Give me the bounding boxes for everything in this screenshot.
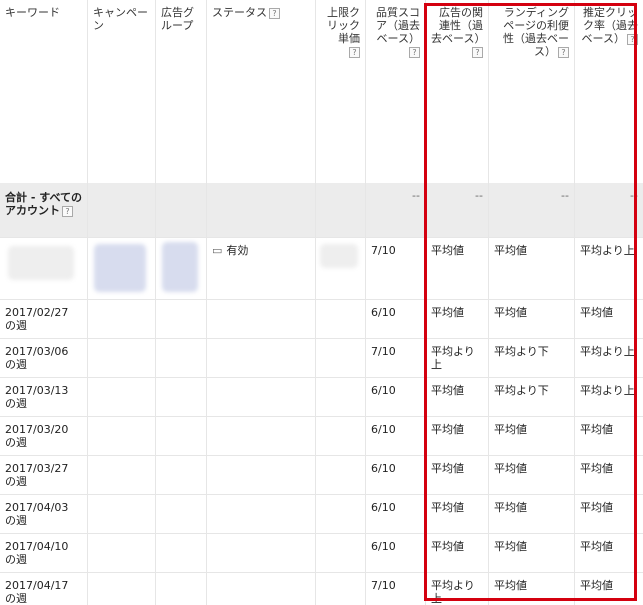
col-header-landing-page[interactable]: ランディングページの利便性（過去ベース）? bbox=[489, 0, 575, 183]
help-icon[interactable]: ? bbox=[269, 7, 280, 19]
landing-page-cell: 平均値 bbox=[489, 456, 575, 495]
table-row[interactable]: 2017/02/27 の週 6/10 平均値 平均値 平均値 bbox=[0, 299, 643, 339]
expected-ctr-cell: 平均値 bbox=[580, 540, 613, 553]
table-row[interactable]: ▭ 有効 7/10 平均値 平均値 平均より上 bbox=[0, 237, 643, 300]
table-row[interactable]: 2017/04/10 の週 6/10 平均値 平均値 平均値 bbox=[0, 533, 643, 573]
status-cell: ▭ 有効 bbox=[207, 238, 316, 300]
quality-score-cell: 7/10 bbox=[366, 573, 426, 605]
quality-score-cell: 6/10 bbox=[366, 417, 426, 456]
col-header-ad-relevance[interactable]: 広告の関連性（過去ベース）? bbox=[426, 0, 489, 183]
table-row[interactable]: 2017/03/27 の週 6/10 平均値 平均値 平均値 bbox=[0, 455, 643, 495]
quality-score-cell: 6/10 bbox=[366, 378, 426, 417]
col-header-status[interactable]: ステータス? bbox=[207, 0, 316, 183]
total-row: 合計 - すべてのアカウント? -- -- -- -- bbox=[0, 183, 643, 237]
col-header-keyword[interactable]: キーワード bbox=[0, 0, 88, 183]
week-cell: 2017/04/10 の週 bbox=[0, 534, 88, 573]
table-row[interactable]: 2017/04/03 の週 6/10 平均値 平均値 平均値 bbox=[0, 494, 643, 534]
col-header-quality-score[interactable]: 品質スコア（過去ベース）? bbox=[366, 0, 426, 183]
landing-page-cell: 平均値 bbox=[489, 300, 575, 339]
table-row[interactable]: 2017/04/17 の週 7/10 平均より上 平均値 平均値 bbox=[0, 572, 643, 605]
expected-ctr-cell: 平均値 bbox=[580, 462, 613, 475]
redacted-block bbox=[320, 244, 358, 268]
week-cell: 2017/03/13 の週 bbox=[0, 378, 88, 417]
landing-page-cell: 平均値 bbox=[489, 417, 575, 456]
landing-page-cell: 平均より下 bbox=[489, 378, 575, 417]
redacted-block bbox=[94, 244, 146, 292]
week-cell: 2017/04/17 の週 bbox=[0, 573, 88, 605]
col-header-expected-ctr[interactable]: 推定クリック率（過去ベース）? bbox=[575, 0, 643, 183]
landing-page-cell: 平均値 bbox=[489, 573, 575, 605]
week-cell: 2017/04/03 の週 bbox=[0, 495, 88, 534]
col-header-ad-group[interactable]: 広告グループ bbox=[156, 0, 207, 183]
help-icon[interactable]: ? bbox=[627, 33, 638, 45]
landing-page-cell: 平均値 bbox=[489, 238, 575, 300]
landing-page-cell: 平均値 bbox=[489, 534, 575, 573]
expected-ctr-cell: 平均値 bbox=[580, 423, 613, 436]
ad-relevance-cell: 平均値 bbox=[426, 495, 489, 534]
ad-relevance-cell: 平均値 bbox=[426, 456, 489, 495]
redacted-block bbox=[8, 246, 74, 280]
col-header-campaign[interactable]: キャンペーン bbox=[88, 0, 156, 183]
ad-relevance-cell: 平均値 bbox=[426, 238, 489, 300]
col-header-max-cpc[interactable]: 上限クリック単価? bbox=[316, 0, 366, 183]
week-cell: 2017/03/20 の週 bbox=[0, 417, 88, 456]
landing-page-cell: 平均より下 bbox=[489, 339, 575, 378]
help-icon[interactable]: ? bbox=[62, 205, 73, 217]
ad-relevance-cell: 平均より上 bbox=[426, 573, 489, 605]
keyword-cell-redacted[interactable] bbox=[0, 238, 88, 300]
table-row[interactable]: 2017/03/13 の週 6/10 平均値 平均より下 平均より上 bbox=[0, 377, 643, 417]
week-cell: 2017/03/27 の週 bbox=[0, 456, 88, 495]
expected-ctr-cell: 平均より上 bbox=[580, 384, 635, 397]
quality-score-cell: 6/10 bbox=[366, 456, 426, 495]
expected-ctr-cell: 平均値 bbox=[580, 306, 613, 319]
redacted-block bbox=[162, 242, 198, 292]
total-expected-ctr: -- bbox=[630, 189, 638, 202]
table-row[interactable]: 2017/03/06 の週 7/10 平均より上 平均より下 平均より上 bbox=[0, 338, 643, 378]
week-cell: 2017/02/27 の週 bbox=[0, 300, 88, 339]
quality-score-cell: 7/10 bbox=[366, 339, 426, 378]
ad-group-cell-redacted[interactable] bbox=[156, 238, 207, 300]
ad-relevance-cell: 平均値 bbox=[426, 417, 489, 456]
expected-ctr-cell: 平均より上 bbox=[580, 244, 635, 257]
expected-ctr-cell: 平均値 bbox=[580, 501, 613, 514]
expected-ctr-cell: 平均より上 bbox=[580, 345, 635, 358]
landing-page-cell: 平均値 bbox=[489, 495, 575, 534]
help-icon[interactable]: ? bbox=[472, 46, 483, 58]
quality-score-cell: 6/10 bbox=[366, 300, 426, 339]
total-landing-page: -- bbox=[489, 183, 575, 237]
week-cell: 2017/03/06 の週 bbox=[0, 339, 88, 378]
comment-icon[interactable]: ▭ bbox=[212, 244, 222, 257]
campaign-cell-redacted[interactable] bbox=[88, 238, 156, 300]
total-ad-relevance: -- bbox=[426, 183, 489, 237]
ad-relevance-cell: 平均値 bbox=[426, 300, 489, 339]
max-cpc-cell-redacted bbox=[316, 238, 366, 300]
ad-relevance-cell: 平均より上 bbox=[426, 339, 489, 378]
ad-relevance-cell: 平均値 bbox=[426, 378, 489, 417]
total-quality-score: -- bbox=[366, 183, 426, 237]
quality-score-cell: 7/10 bbox=[366, 238, 426, 300]
help-icon[interactable]: ? bbox=[409, 46, 420, 58]
help-icon[interactable]: ? bbox=[558, 46, 569, 58]
quality-score-cell: 6/10 bbox=[366, 534, 426, 573]
expected-ctr-cell: 平均値 bbox=[580, 579, 613, 592]
help-icon[interactable]: ? bbox=[349, 46, 360, 58]
ad-relevance-cell: 平均値 bbox=[426, 534, 489, 573]
table-header-row: キーワード キャンペーン 広告グループ ステータス? 上限クリック単価? 品質ス… bbox=[0, 0, 643, 183]
quality-score-cell: 6/10 bbox=[366, 495, 426, 534]
table-row[interactable]: 2017/03/20 の週 6/10 平均値 平均値 平均値 bbox=[0, 416, 643, 456]
total-label: 合計 - すべてのアカウント? bbox=[0, 183, 88, 237]
